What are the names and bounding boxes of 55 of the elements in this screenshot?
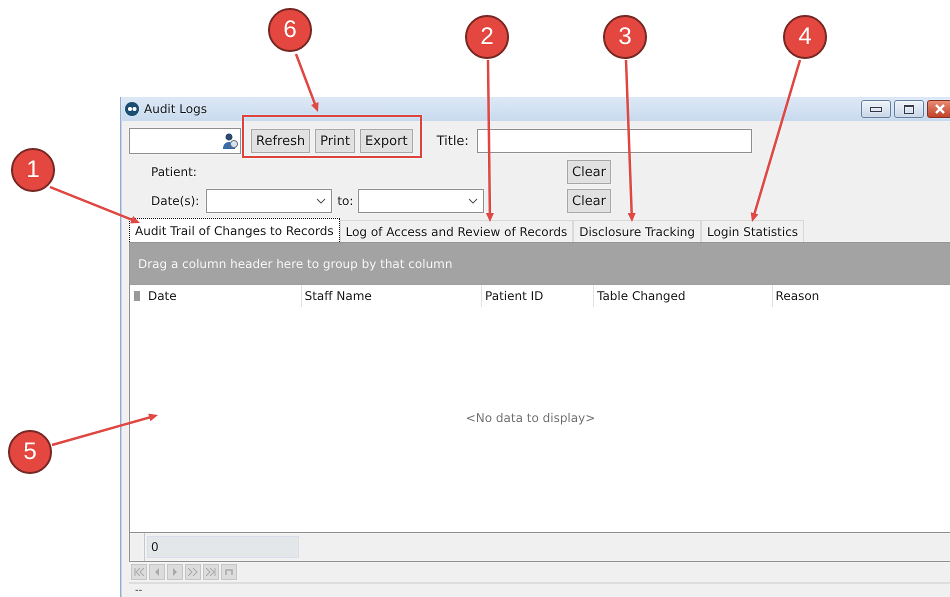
date-from-dropdown[interactable] — [206, 189, 332, 213]
first-page-icon — [134, 568, 144, 576]
next-page-button[interactable] — [167, 564, 183, 580]
title-field[interactable] — [476, 129, 752, 153]
last-page-button[interactable] — [203, 564, 219, 580]
maximize-button[interactable] — [894, 100, 924, 118]
row-count-cell: 0 — [147, 536, 299, 558]
toolbar-button[interactable]: Print — [315, 129, 355, 153]
clear-button[interactable]: Clear — [567, 160, 611, 184]
column-header[interactable]: Date — [144, 285, 302, 307]
tab[interactable]: Disclosure Tracking — [573, 220, 702, 242]
chevron-down-icon — [468, 198, 478, 204]
callout-number: 5 — [8, 430, 52, 474]
refresh-icon — [224, 568, 234, 576]
dates-label: Date(s): — [151, 194, 200, 208]
column-header[interactable]: Patient ID — [482, 285, 594, 307]
previous-page-button[interactable] — [149, 564, 165, 580]
date-to-dropdown[interactable] — [358, 189, 484, 213]
window-title: Audit Logs — [144, 102, 207, 116]
person-icon[interactable] — [221, 132, 239, 150]
tab[interactable]: Log of Access and Review of Records — [340, 220, 574, 242]
close-button[interactable] — [927, 100, 950, 118]
app-logo-icon — [125, 102, 139, 116]
group-panel: Drag a column header here to group by that column — [130, 243, 950, 285]
refresh-page-button[interactable] — [221, 564, 237, 580]
triangle-right-icon — [172, 568, 178, 576]
skip-forward-button[interactable] — [185, 564, 201, 580]
column-header[interactable]: Table Changed — [594, 285, 773, 307]
annotation-arrow — [294, 54, 319, 112]
title-label: Title: — [436, 134, 469, 148]
empty-message: <No data to display> — [466, 411, 596, 425]
callout-number: 2 — [465, 15, 509, 59]
to-label: to: — [337, 194, 354, 208]
column-chooser-icon[interactable] — [134, 291, 140, 301]
callout-number: 6 — [268, 8, 312, 52]
tab[interactable]: Audit Trail of Changes to Records — [129, 218, 340, 242]
double-chevron-icon — [188, 568, 198, 576]
column-header[interactable]: Staff Name — [302, 285, 482, 307]
last-page-icon — [206, 568, 216, 576]
close-icon — [934, 104, 944, 114]
first-page-button[interactable] — [131, 564, 147, 580]
patient-search-field[interactable] — [129, 128, 241, 154]
triangle-left-icon — [154, 568, 160, 576]
status-text: -- — [135, 585, 142, 596]
minimize-button[interactable] — [861, 100, 891, 118]
toolbar-button[interactable]: Refresh — [251, 129, 310, 153]
callout-number: 1 — [11, 148, 55, 192]
callout-number: 3 — [603, 15, 647, 59]
chevron-down-icon — [316, 198, 326, 204]
tab[interactable]: Login Statistics — [701, 220, 804, 242]
toolbar-button[interactable]: Export — [360, 129, 413, 153]
clear-button[interactable]: Clear — [567, 189, 611, 213]
callout-number: 4 — [783, 15, 827, 59]
column-header[interactable]: Reason — [772, 285, 950, 307]
patient-label: Patient: — [151, 165, 197, 179]
